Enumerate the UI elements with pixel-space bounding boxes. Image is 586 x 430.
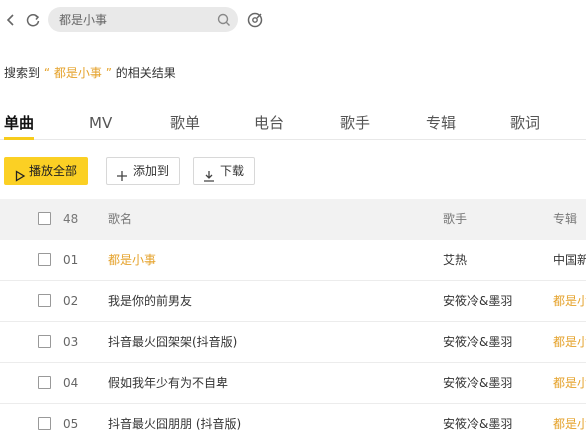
add-to-button[interactable]: 添加到	[106, 157, 181, 185]
song-count: 48	[63, 212, 79, 226]
plus-icon	[116, 165, 128, 181]
refresh-icon[interactable]	[25, 10, 41, 30]
table-row[interactable]: 05 抖音最火囧朋朋 (抖音版) 安筱冷&墨羽 都是小	[0, 404, 586, 430]
song-singer[interactable]: 安筱冷&墨羽	[443, 375, 512, 392]
song-title[interactable]: 假如我年少有为不自卑	[108, 375, 228, 392]
row-number: 03	[63, 335, 79, 349]
song-album[interactable]: 都是小	[553, 293, 586, 310]
table-row[interactable]: 01 都是小事 艾热 中国新	[0, 240, 586, 281]
play-icon	[14, 165, 26, 182]
table-row[interactable]: 04 假如我年少有为不自卑 安筱冷&墨羽 都是小	[0, 363, 586, 404]
header-album[interactable]: 专辑	[553, 211, 586, 228]
top-bar	[0, 0, 586, 40]
song-singer[interactable]: 安筱冷&墨羽	[443, 416, 512, 430]
select-all-checkbox[interactable]	[38, 212, 51, 225]
result-suffix: 的相关结果	[115, 66, 176, 80]
result-close-quote: ”	[105, 66, 112, 80]
table-row[interactable]: 03 抖音最火囧架架(抖音版) 安筱冷&墨羽 都是小	[0, 322, 586, 363]
song-album[interactable]: 中国新	[553, 252, 586, 269]
download-icon	[203, 165, 215, 182]
row-checkbox[interactable]	[38, 376, 51, 389]
row-number: 01	[63, 253, 79, 267]
back-chevron-icon[interactable]	[4, 10, 18, 30]
result-keyword: 都是小事	[53, 66, 102, 80]
search-box[interactable]	[48, 7, 238, 32]
song-title[interactable]: 我是你的前男友	[108, 293, 192, 310]
result-open-quote: “	[43, 66, 51, 80]
table-row[interactable]: 02 我是你的前男友 安筱冷&墨羽 都是小	[0, 281, 586, 322]
download-button[interactable]: 下载	[193, 157, 256, 185]
row-checkbox[interactable]	[38, 253, 51, 266]
download-label: 下载	[220, 164, 245, 178]
result-prefix: 搜索到	[4, 66, 41, 80]
song-album[interactable]: 都是小	[553, 375, 586, 392]
song-singer[interactable]: 安筱冷&墨羽	[443, 334, 512, 351]
song-title[interactable]: 抖音最火囧朋朋 (抖音版)	[108, 416, 241, 430]
play-all-button[interactable]: 播放全部	[4, 157, 89, 185]
row-number: 02	[63, 294, 79, 308]
add-to-label: 添加到	[133, 164, 170, 178]
play-all-label: 播放全部	[29, 164, 78, 178]
tab-singers[interactable]: 歌手	[340, 111, 370, 139]
tab-radio[interactable]: 电台	[254, 111, 284, 139]
result-tabs: 单曲 MV 歌单 电台 歌手 专辑 歌词	[0, 108, 586, 140]
search-input[interactable]	[59, 7, 209, 32]
song-title[interactable]: 都是小事	[108, 252, 156, 269]
search-icon[interactable]	[216, 12, 232, 28]
tab-mv[interactable]: MV	[89, 111, 112, 139]
tab-albums[interactable]: 专辑	[426, 111, 456, 139]
song-singer[interactable]: 安筱冷&墨羽	[443, 293, 512, 310]
tab-lyrics[interactable]: 歌词	[510, 111, 540, 139]
tab-songs[interactable]: 单曲	[4, 111, 35, 140]
row-checkbox[interactable]	[38, 294, 51, 307]
song-singer[interactable]: 艾热	[443, 252, 467, 269]
row-number: 04	[63, 376, 79, 390]
row-checkbox[interactable]	[38, 417, 51, 430]
row-checkbox[interactable]	[38, 335, 51, 348]
search-result-summary: 搜索到 “ 都是小事 ” 的相关结果	[4, 64, 176, 82]
song-album[interactable]: 都是小	[553, 334, 586, 351]
song-table-header: 48 歌名 歌手 专辑	[0, 199, 586, 240]
tab-playlists[interactable]: 歌单	[170, 111, 200, 139]
row-number: 05	[63, 417, 79, 430]
voice-search-icon[interactable]	[246, 10, 264, 30]
song-title[interactable]: 抖音最火囧架架(抖音版)	[108, 334, 237, 351]
header-title[interactable]: 歌名	[108, 211, 132, 228]
header-singer[interactable]: 歌手	[443, 211, 467, 228]
song-album[interactable]: 都是小	[553, 416, 586, 430]
